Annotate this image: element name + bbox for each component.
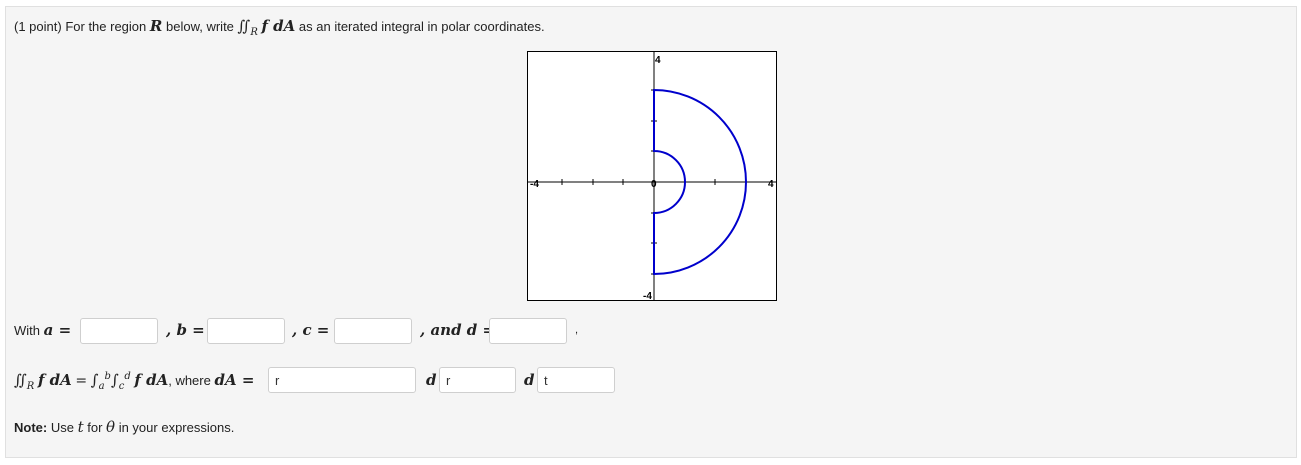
dA-field-2[interactable] (439, 367, 516, 393)
b-label: , b = (166, 321, 205, 339)
b-input[interactable] (207, 318, 285, 344)
y-min-label: -4 (643, 291, 652, 301)
points-label: (1 point) (14, 19, 62, 34)
bounds-trailing-comma: , (575, 324, 579, 336)
double-integral-symbol-2: ∬R (14, 371, 35, 392)
note-text-c: in your expressions. (118, 420, 235, 435)
x-min-label: -4 (530, 179, 539, 190)
d-symbol-2: d (524, 371, 535, 389)
integrand: f dA (261, 17, 296, 35)
note-var-theta: θ (106, 418, 116, 436)
x-max-label: 4 (768, 179, 774, 190)
y-max-label: 4 (655, 55, 661, 66)
c-label: , c = (292, 321, 330, 339)
graph-border (527, 51, 777, 301)
dA-field-1[interactable] (268, 367, 416, 393)
region-symbol: R (149, 17, 163, 35)
note-var-t: t (77, 418, 84, 436)
problem-statement: (1 point) For the region R below, write … (14, 17, 545, 38)
dA-field-3[interactable] (537, 367, 615, 393)
where-label: , where (168, 373, 211, 388)
iterated-integral-symbol: ∫ab∫cd (90, 371, 131, 392)
prompt-text-b: below, write (165, 19, 234, 34)
d-symbol-1: d (426, 371, 437, 389)
d-input[interactable] (489, 318, 567, 344)
prompt-text-a: For the region (65, 19, 147, 34)
region-graph: -4 4 4 -4 0 (527, 51, 777, 301)
equals-sign: = (75, 373, 88, 389)
iterated-integral-line: ∬R f dA = ∫ab∫cd f dA, where dA = (14, 371, 254, 392)
a-label: a = (43, 321, 72, 339)
with-label: With (14, 323, 40, 338)
double-integral-symbol: ∬R (237, 17, 258, 38)
integrand-rhs: f dA (134, 371, 169, 389)
d-label: , and d = (420, 321, 496, 339)
prompt-text-c: as an iterated integral in polar coordin… (298, 19, 545, 34)
a-input[interactable] (80, 318, 158, 344)
problem-container: (1 point) For the region R below, write … (5, 6, 1297, 458)
dA-label: dA = (214, 371, 255, 389)
note-bold: Note: (14, 420, 48, 435)
c-input[interactable] (334, 318, 412, 344)
integrand-lhs: f dA (37, 371, 72, 389)
note-text-a: Use (50, 420, 74, 435)
with-label-group: With a = (14, 321, 71, 339)
note-text-b: for (87, 420, 103, 435)
note-line: Note: Use t for θ in your expressions. (14, 418, 234, 436)
origin-label: 0 (651, 179, 657, 190)
